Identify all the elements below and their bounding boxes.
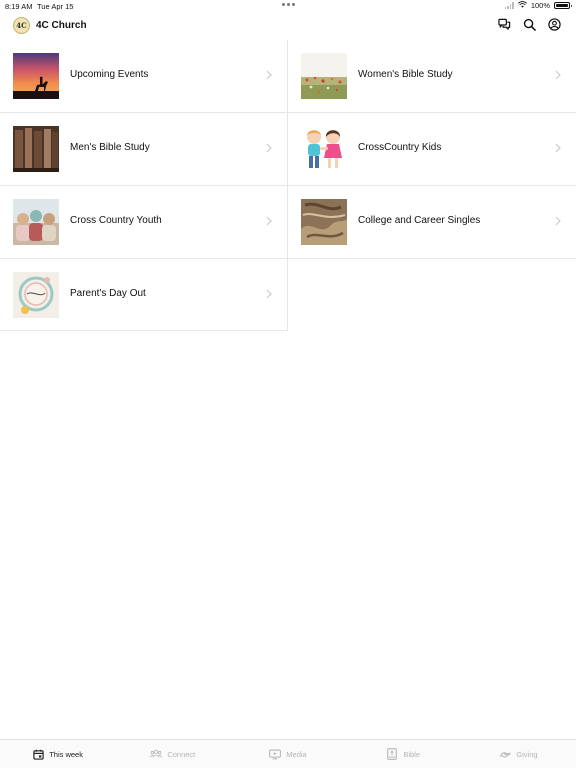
grid-row: Parent's Day Out [0, 259, 576, 332]
chevron-right-icon [266, 216, 272, 226]
tab-giving[interactable]: Giving [461, 740, 576, 768]
item-label: Cross Country Youth [70, 215, 162, 226]
chevron-right-icon [555, 143, 561, 153]
sunset-horse-rider-thumbnail [13, 53, 59, 99]
tab-label: Connect [167, 749, 196, 759]
list-item-cross-country-youth[interactable]: Cross Country Youth [0, 186, 288, 258]
grid-row: Cross Country Youth College and Career S… [0, 186, 576, 259]
book-icon [386, 748, 398, 760]
list-item-college-career-singles[interactable]: College and Career Singles [288, 186, 576, 258]
southern-sisters-logo-thumbnail [13, 272, 59, 318]
app-title: 4C Church [36, 20, 87, 31]
item-label: Men's Bible Study [70, 142, 150, 153]
tab-label: This week [49, 749, 83, 759]
item-label: Women's Bible Study [358, 69, 453, 80]
tv-icon [269, 748, 282, 760]
tab-bible[interactable]: Bible [346, 740, 461, 768]
list-item-upcoming-events[interactable]: Upcoming Events [0, 40, 288, 112]
status-date: Tue Apr 15 [37, 2, 74, 11]
youth-group-hug-thumbnail [13, 199, 59, 245]
chat-icon[interactable] [497, 17, 512, 32]
list-item-crosscountry-kids[interactable]: CrossCountry Kids [288, 113, 576, 185]
tab-label: Giving [516, 749, 538, 759]
item-label: College and Career Singles [358, 215, 481, 226]
item-label: Parent's Day Out [70, 288, 146, 299]
cowboy-boots-thumbnail [13, 126, 59, 172]
chevron-right-icon [555, 216, 561, 226]
search-icon[interactable] [522, 17, 537, 32]
tab-bar: This week Connect Media Bible Giving [0, 739, 576, 768]
item-label: Upcoming Events [70, 69, 149, 80]
account-icon[interactable] [547, 17, 562, 32]
people-icon [150, 748, 163, 760]
wifi-icon [517, 1, 527, 10]
status-time: 8:19 AM [5, 2, 33, 11]
tab-this-week[interactable]: This week [0, 740, 115, 768]
tab-label: Bible [403, 749, 421, 759]
tab-media[interactable]: Media [230, 740, 345, 768]
list-item-parents-day-out[interactable]: Parent's Day Out [0, 259, 288, 331]
list-item-mens-bible-study[interactable]: Men's Bible Study [0, 113, 288, 185]
cellular-signal-icon [504, 2, 514, 9]
giving-hand-icon [499, 748, 511, 760]
cartoon-kids-thumbnail [301, 126, 347, 172]
chevron-right-icon [555, 70, 561, 80]
multitasking-dots-icon[interactable] [282, 3, 295, 6]
grid-row: Upcoming Events Women's Bible Study [0, 40, 576, 113]
chevron-right-icon [266, 70, 272, 80]
app-header: 4C 4C Church [0, 12, 576, 40]
calendar-icon [32, 748, 44, 760]
chevron-right-icon [266, 143, 272, 153]
tab-connect[interactable]: Connect [115, 740, 230, 768]
church-logo[interactable]: 4C [13, 17, 30, 34]
status-bar: 8:19 AM Tue Apr 15 100% [0, 0, 576, 12]
wildflower-field-thumbnail [301, 53, 347, 99]
tab-label: Media [286, 749, 307, 759]
battery-icon [554, 2, 572, 9]
empty-grid-cell [288, 259, 576, 331]
chevron-right-icon [266, 289, 272, 299]
list-item-womens-bible-study[interactable]: Women's Bible Study [288, 40, 576, 112]
rustic-rope-thumbnail [301, 199, 347, 245]
battery-percent: 100% [530, 1, 550, 10]
ministries-grid: Upcoming Events Women's Bible Study Men'… [0, 40, 576, 332]
grid-row: Men's Bible Study CrossCountry Kids [0, 113, 576, 186]
item-label: CrossCountry Kids [358, 142, 442, 153]
